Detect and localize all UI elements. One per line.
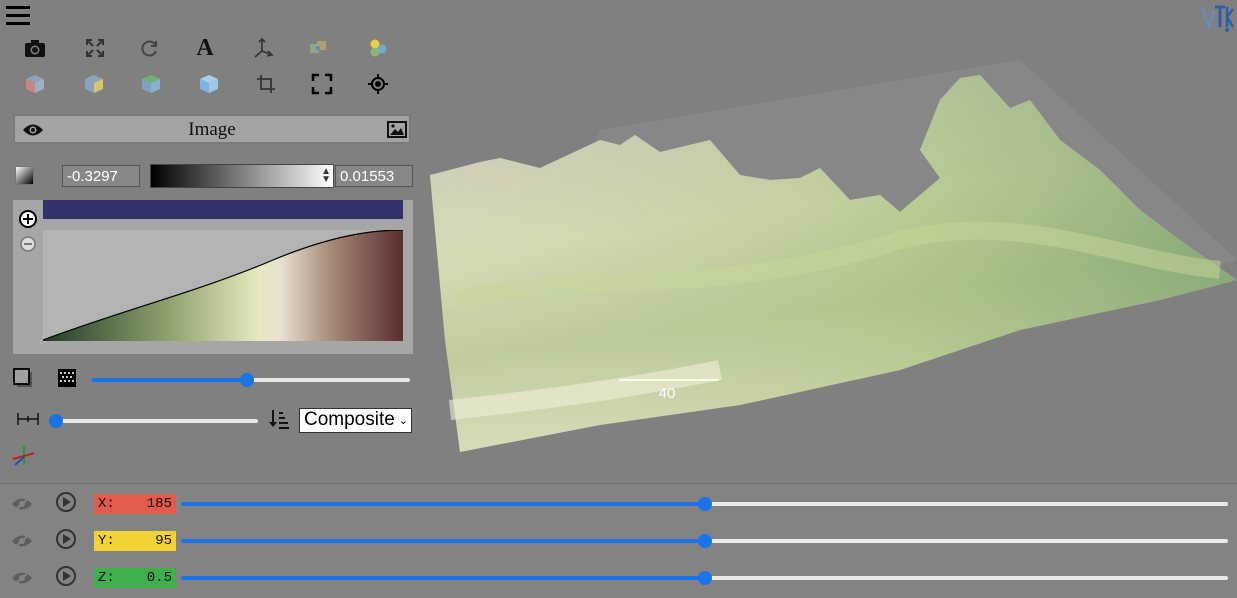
slice-z-visibility-icon[interactable] bbox=[10, 566, 34, 590]
slice-x-label: X: 185 bbox=[94, 494, 176, 514]
slice-x-value: 185 bbox=[146, 496, 172, 512]
cube-x-icon[interactable] bbox=[23, 72, 47, 96]
slice-y-slider-fill bbox=[181, 539, 705, 543]
sample-distance-slider[interactable] bbox=[49, 414, 258, 428]
fit-to-screen-icon[interactable] bbox=[83, 36, 107, 60]
opacity-slider[interactable] bbox=[91, 373, 410, 387]
cube-y-icon[interactable] bbox=[82, 72, 106, 96]
cube-iso-icon[interactable] bbox=[197, 72, 221, 96]
dataset-panel-header: Image bbox=[13, 114, 411, 144]
opacity-icon bbox=[55, 366, 79, 390]
slice-z-play-icon[interactable] bbox=[54, 564, 78, 588]
blend-mode-select[interactable]: Composite ⌄ bbox=[299, 408, 412, 433]
add-control-point-icon[interactable] bbox=[17, 208, 39, 230]
shadow-toggle-icon[interactable] bbox=[11, 366, 35, 390]
range-min-input[interactable]: -0.3297 bbox=[62, 165, 140, 187]
slice-x-axis: X: bbox=[98, 496, 115, 512]
slice-x-slider-fill bbox=[181, 502, 705, 506]
target-icon[interactable] bbox=[366, 72, 390, 96]
slice-z-value: 0.5 bbox=[146, 570, 172, 586]
range-max-input[interactable]: 0.01553 bbox=[335, 165, 413, 187]
slice-y-play-icon[interactable] bbox=[54, 527, 78, 551]
slice-x-slider[interactable] bbox=[181, 497, 1228, 511]
slice-y-label: Y: 95 bbox=[94, 531, 176, 551]
slice-controls: X: 185 Y: 95 Z: 0.5 bbox=[0, 483, 1237, 598]
cube-z-icon[interactable] bbox=[139, 72, 163, 96]
transfer-function-editor[interactable] bbox=[13, 200, 413, 354]
axes-icon[interactable] bbox=[251, 36, 275, 60]
colormap-preset-icon[interactable] bbox=[15, 166, 34, 185]
slice-x-slider-thumb[interactable] bbox=[697, 497, 712, 511]
opacity-slider-thumb[interactable] bbox=[240, 373, 255, 387]
crop-icon[interactable] bbox=[254, 72, 278, 96]
slice-z-label: Z: 0.5 bbox=[94, 568, 176, 588]
slice-y-visibility-icon[interactable] bbox=[10, 529, 34, 553]
opacity-curve-chart[interactable] bbox=[43, 230, 403, 341]
3d-viewport[interactable]: 40 bbox=[420, 40, 1237, 460]
slice-z-slider-fill bbox=[181, 576, 705, 580]
orientation-icon[interactable] bbox=[306, 36, 330, 60]
select-arrows-icon: ▲ ▼ bbox=[321, 166, 331, 185]
slice-z-axis: Z: bbox=[98, 570, 115, 586]
colormap-select[interactable]: ▲ ▼ bbox=[150, 164, 334, 188]
camera-icon[interactable] bbox=[23, 36, 47, 60]
text-annotation-icon[interactable]: A bbox=[193, 35, 217, 61]
slice-y-value: 95 bbox=[155, 533, 172, 549]
scale-bar-label: 40 bbox=[659, 385, 676, 402]
colormap-bar bbox=[43, 200, 403, 219]
slice-y-axis: Y: bbox=[98, 533, 115, 549]
remove-control-point-icon[interactable] bbox=[17, 233, 39, 255]
image-icon bbox=[385, 118, 409, 142]
slice-y-slider[interactable] bbox=[181, 534, 1228, 548]
opacity-slider-fill bbox=[91, 378, 248, 382]
slice-z-slider-thumb[interactable] bbox=[697, 571, 712, 585]
panel-title: Image bbox=[188, 119, 236, 140]
slice-x-visibility-icon[interactable] bbox=[10, 492, 34, 516]
blend-mode-value: Composite bbox=[304, 409, 395, 430]
slice-x-play-icon[interactable] bbox=[54, 490, 78, 514]
chevron-down-icon: ⌄ bbox=[398, 415, 408, 427]
vtk-logo bbox=[1199, 3, 1235, 35]
axis-gizmo-icon[interactable] bbox=[10, 444, 34, 468]
sample-distance-slider-thumb[interactable] bbox=[49, 414, 63, 428]
hamburger-menu-icon[interactable] bbox=[5, 3, 31, 27]
slice-z-slider[interactable] bbox=[181, 571, 1228, 585]
sort-order-icon[interactable] bbox=[267, 407, 291, 431]
sample-distance-icon bbox=[16, 407, 40, 431]
rotate-icon[interactable] bbox=[138, 36, 162, 60]
fullscreen-icon[interactable] bbox=[310, 72, 334, 96]
colors-icon[interactable] bbox=[366, 36, 390, 60]
slice-y-slider-thumb[interactable] bbox=[697, 534, 712, 548]
